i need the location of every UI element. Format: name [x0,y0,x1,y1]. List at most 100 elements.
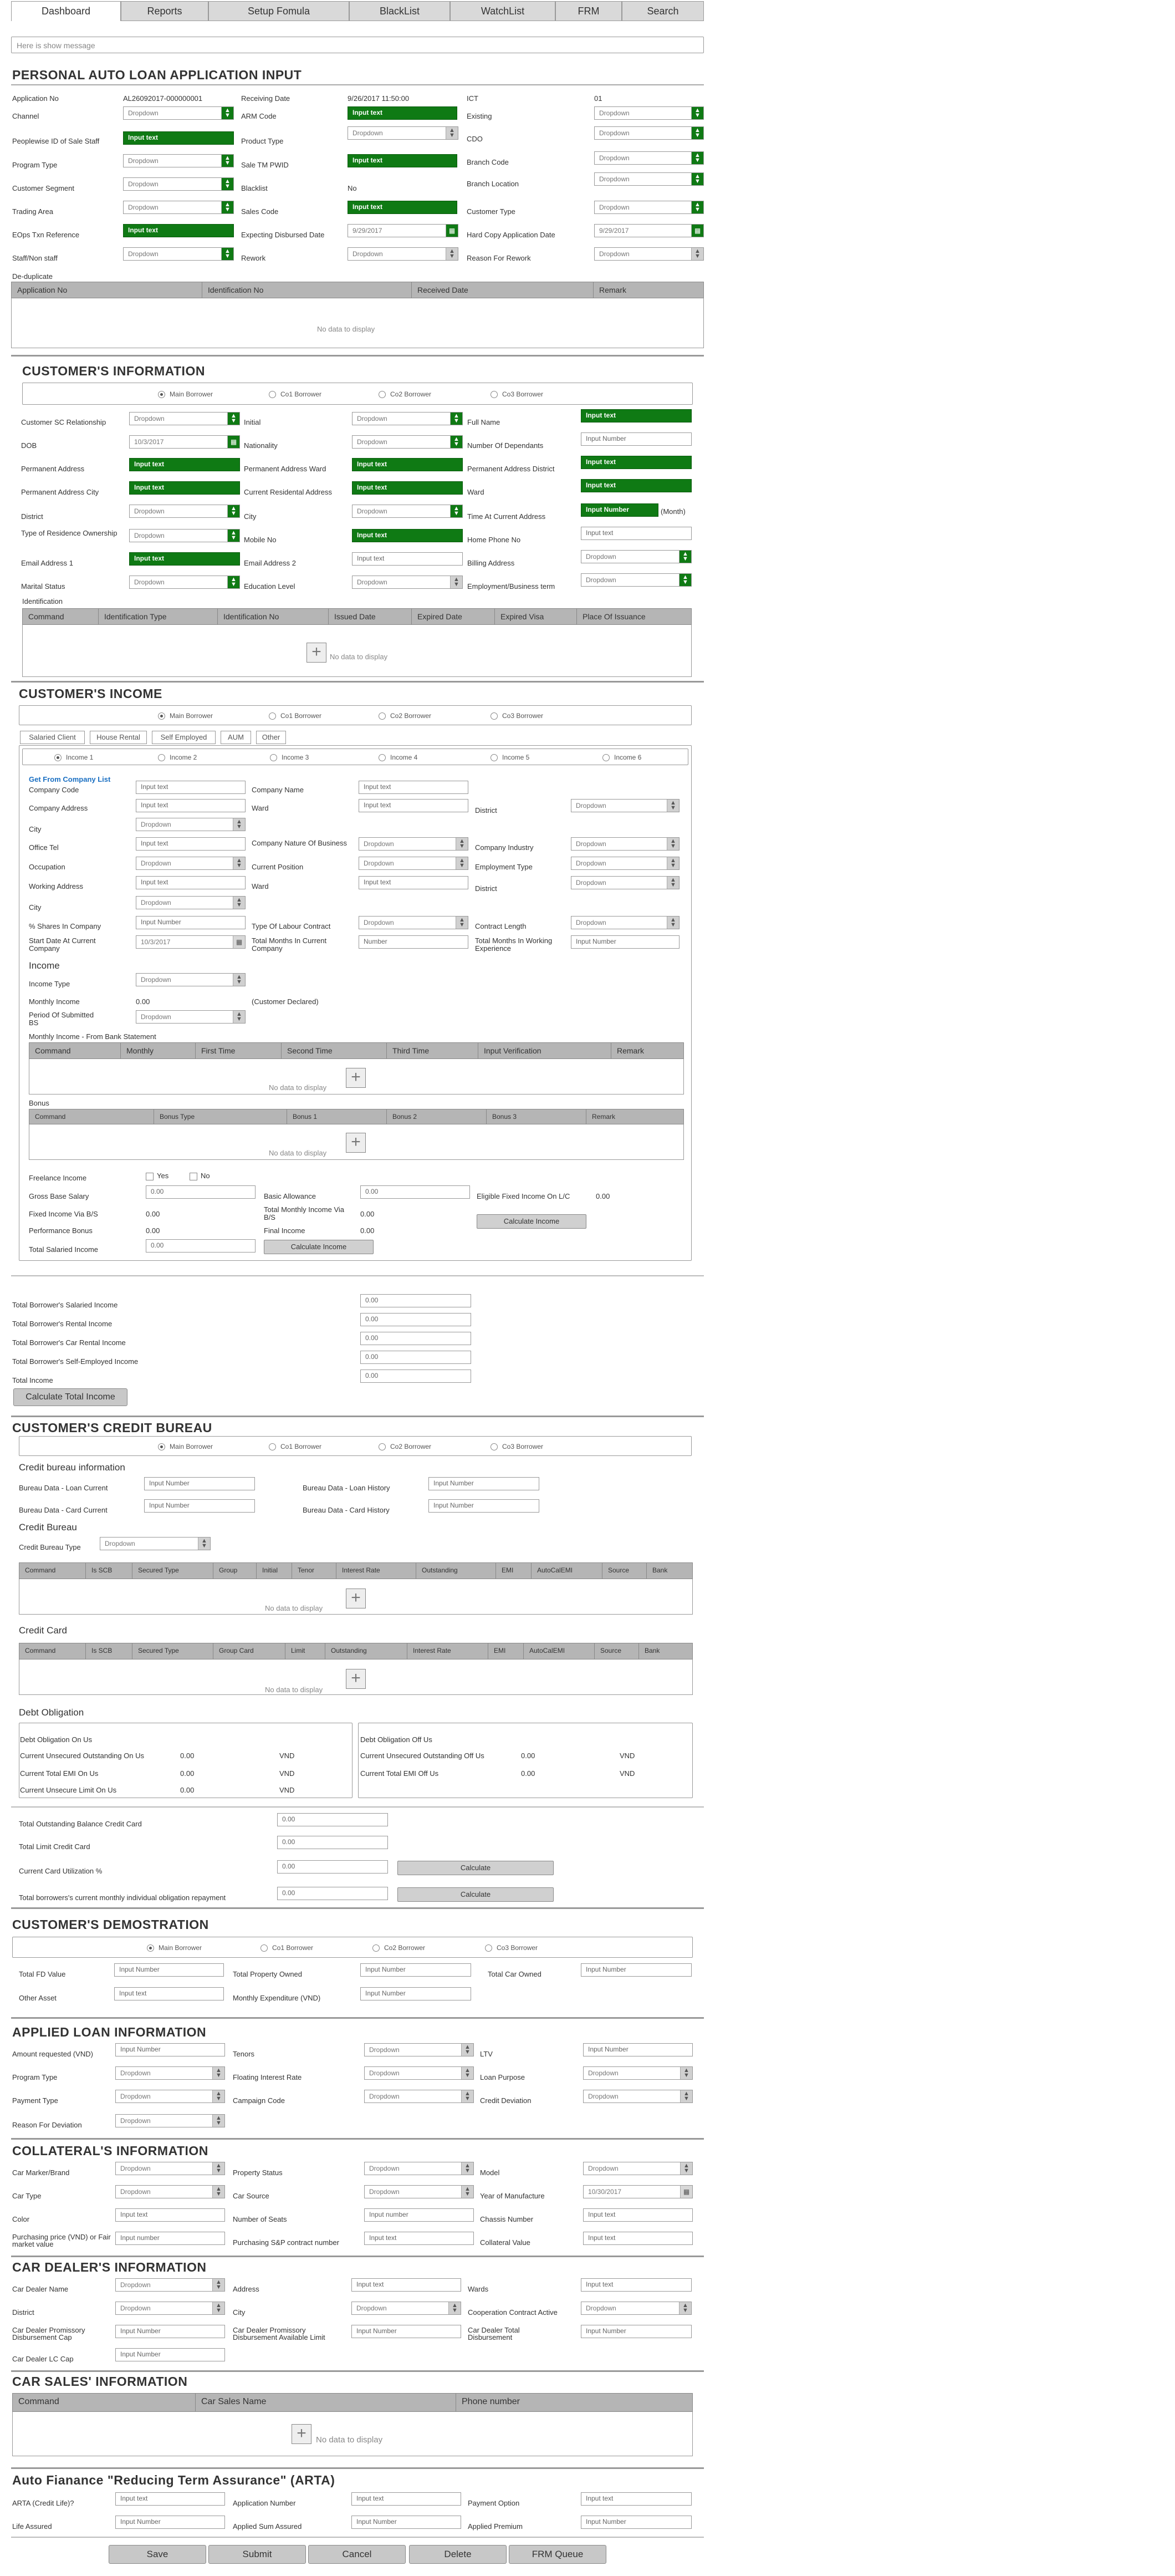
promissory-input[interactable]: Input Number [115,2325,225,2338]
contract-length-dropdown[interactable]: Dropdown ▲ ▼ [571,916,680,929]
city-2-dropdown[interactable]: Dropdown ▲ ▼ [136,896,246,909]
radio-income-2[interactable]: Income 2 [158,754,197,762]
campaign-dropdown[interactable]: Dropdown ▲ ▼ [364,2090,474,2103]
dealer-district-dropdown[interactable]: Dropdown ▲ ▼ [115,2302,225,2315]
dependants-input[interactable]: Input Number [581,432,692,446]
nationality-dropdown[interactable]: Dropdown ▲ ▼ [352,435,463,449]
company-name-input[interactable]: Input text [359,781,468,794]
working-address-input[interactable]: Input text [136,876,246,889]
employment-dropdown[interactable]: Dropdown ▲ ▼ [581,573,692,587]
loan-current-input[interactable]: Input Number [144,1477,255,1490]
total-salaried-input[interactable]: 0.00 [146,1239,256,1253]
total-months-input[interactable]: Number [359,935,468,949]
radio-co2[interactable]: Co2 Borrower [379,1443,431,1451]
district-dropdown[interactable]: Dropdown ▲ ▼ [129,505,240,518]
product-type-dropdown[interactable]: Dropdown ▲ ▼ [348,126,458,140]
price-input[interactable]: Input number [115,2232,225,2245]
branch-location-dropdown[interactable]: Dropdown ▲ ▼ [594,172,704,186]
lc-cap-input[interactable]: Input Number [115,2348,225,2361]
tab-reports[interactable]: Reports [121,1,208,21]
curr-addr-input[interactable]: Input text [352,481,463,495]
radio-co2[interactable]: Co2 Borrower [379,712,431,720]
subtab-self-employed[interactable]: Self Employed [152,731,216,744]
sale-tm-input[interactable]: Input text [348,154,457,167]
company-address-input[interactable]: Input text [136,799,246,812]
delete-button[interactable]: Delete [409,2545,507,2564]
tl-cc-input[interactable]: 0.00 [277,1836,388,1849]
cancel-button[interactable]: Cancel [308,2545,406,2564]
radio-income-4[interactable]: Income 4 [379,754,417,762]
time-addr-input[interactable]: Input Number [581,503,658,517]
company-industry-dropdown[interactable]: Dropdown ▲ ▼ [571,837,680,851]
calculate-income-button[interactable]: Calculate Income [477,1214,586,1229]
tbc-input[interactable]: 0.00 [277,1887,388,1900]
radio-co1[interactable]: Co1 Borrower [269,1443,321,1451]
customer-segment-dropdown[interactable]: Dropdown ▲ ▼ [123,177,234,191]
income-type-dropdown[interactable]: Dropdown ▲ ▼ [136,973,246,986]
tb-rental-input[interactable]: 0.00 [360,1313,471,1326]
calculate-button-2[interactable]: Calculate [397,1887,554,1902]
branch-code-dropdown[interactable]: Dropdown ▲ ▼ [594,151,704,165]
fd-input[interactable]: Input Number [114,1963,224,1977]
perm-ward-input[interactable]: Input text [352,458,463,471]
total-income-input[interactable]: 0.00 [360,1370,471,1383]
eops-input[interactable]: Input text [123,224,234,237]
property-input[interactable]: Input Number [360,1963,471,1977]
sc-rel-dropdown[interactable]: Dropdown ▲ ▼ [129,412,240,425]
initial-dropdown[interactable]: Dropdown ▲ ▼ [352,412,463,425]
company-nature-dropdown[interactable]: Dropdown ▲ ▼ [359,837,468,851]
rework-dropdown[interactable]: Dropdown ▲ ▼ [348,247,458,261]
labour-contract-dropdown[interactable]: Dropdown ▲ ▼ [359,916,468,929]
channel-dropdown[interactable]: Dropdown ▲ ▼ [123,106,234,120]
full-name-input[interactable]: Input text [581,409,692,422]
other-asset-input[interactable]: Input text [114,1987,224,2000]
calculate-total-income-button[interactable]: Calculate Total Income [13,1388,127,1406]
cdo-dropdown[interactable]: Dropdown ▲ ▼ [594,126,704,140]
chassis-input[interactable]: Input text [583,2208,693,2222]
add-row-icon[interactable]: + [346,1068,366,1088]
home-phone-input[interactable]: Input text [581,527,692,540]
expecting-date-picker[interactable]: 9/29/2017 ▦ [348,224,458,237]
radio-income-5[interactable]: Income 5 [491,754,529,762]
start-date-picker[interactable]: 10/3/2017 ▦ [136,935,246,949]
radio-co3[interactable]: Co3 Borrower [485,1944,538,1952]
calculate-income-button-2[interactable]: Calculate Income [264,1240,374,1254]
existing-dropdown[interactable]: Dropdown ▲ ▼ [594,106,704,120]
brand-dropdown[interactable]: Dropdown ▲ ▼ [115,2162,225,2175]
subtab-house-rental[interactable]: House Rental [90,731,147,744]
radio-co2[interactable]: Co2 Borrower [372,1944,425,1952]
period-dropdown[interactable]: Dropdown ▲ ▼ [136,1010,246,1024]
sales-code-input[interactable]: Input text [348,201,457,214]
mobile-input[interactable]: Input text [352,529,463,542]
dob-picker[interactable]: 10/3/2017 ▦ [129,435,240,449]
radio-main-borrower[interactable]: Main Borrower [158,1443,213,1451]
shares-input[interactable]: Input Number [136,916,246,929]
total-disb-input[interactable]: Input Number [581,2325,692,2338]
subtab-other[interactable]: Other [256,731,286,744]
app-number-input[interactable]: Input text [351,2492,461,2506]
life-input[interactable]: Input Number [115,2516,225,2529]
model-dropdown[interactable]: Dropdown ▲ ▼ [583,2162,693,2175]
frm-queue-button[interactable]: FRM Queue [509,2545,606,2564]
payment-dropdown[interactable]: Dropdown ▲ ▼ [115,2090,225,2103]
tb-self-input[interactable]: 0.00 [360,1351,471,1364]
car-type-dropdown[interactable]: Dropdown ▲ ▼ [115,2185,225,2198]
tab-frm[interactable]: FRM [555,1,622,21]
marital-dropdown[interactable]: Dropdown ▲ ▼ [129,576,240,589]
submit-button[interactable]: Submit [208,2545,306,2564]
premium-input[interactable]: Input Number [581,2516,692,2529]
education-dropdown[interactable]: Dropdown ▲ ▼ [352,576,463,589]
reason-dropdown[interactable]: Dropdown ▲ ▼ [115,2114,225,2127]
card-history-input[interactable]: Input Number [428,1499,539,1513]
tab-dashboard[interactable]: Dashboard [11,1,121,21]
billing-dropdown[interactable]: Dropdown ▲ ▼ [581,550,692,563]
staff-dropdown[interactable]: Dropdown ▲ ▼ [123,247,234,261]
radio-co3[interactable]: Co3 Borrower [491,712,543,720]
radio-income-6[interactable]: Income 6 [602,754,641,762]
city-dropdown[interactable]: Dropdown ▲ ▼ [352,505,463,518]
district-dropdown[interactable]: Dropdown ▲ ▼ [571,799,680,812]
hard-copy-date-picker[interactable]: 9/29/2017 ▦ [594,224,704,237]
deviation-dropdown[interactable]: Dropdown ▲ ▼ [583,2090,693,2103]
collateral-value-input[interactable]: Input text [583,2232,693,2245]
program-type-dropdown[interactable]: Dropdown ▲ ▼ [123,154,234,167]
